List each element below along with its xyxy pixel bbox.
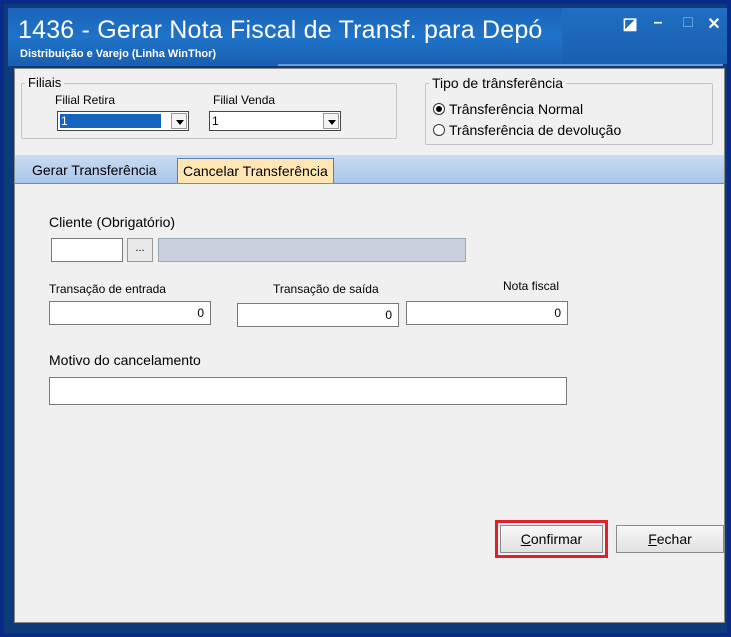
radio-devolucao-label: Trânsferência de devolução bbox=[449, 122, 622, 138]
close-icon[interactable]: ✕ bbox=[704, 14, 724, 34]
tab-strip: Gerar Transferência Cancelar Transferênc… bbox=[15, 155, 724, 184]
radio-checked-icon bbox=[433, 103, 445, 115]
transacao-saida-field[interactable]: 0 bbox=[237, 303, 399, 327]
transacao-entrada-field[interactable]: 0 bbox=[49, 301, 211, 325]
filial-retira-label: Filial Retira bbox=[55, 93, 116, 107]
radio-transferencia-normal[interactable]: Trânsferência Normal bbox=[433, 101, 583, 117]
filial-retira-value: 1 bbox=[60, 114, 161, 128]
cancelar-transferencia-panel: Cliente (Obrigatório) ... Transação de e… bbox=[15, 184, 724, 622]
confirmar-label: onfirmar bbox=[530, 531, 583, 547]
minimize-icon[interactable]: – bbox=[648, 14, 668, 32]
transacao-saida-label: Transação de saída bbox=[273, 282, 379, 296]
fechar-accel: F bbox=[648, 531, 657, 547]
radio-unchecked-icon bbox=[433, 124, 445, 136]
client-area: Filiais Filial Retira 1 Filial Venda 1 T… bbox=[14, 68, 725, 623]
confirmar-button[interactable]: Confirmar bbox=[500, 525, 603, 553]
chevron-down-icon[interactable] bbox=[323, 113, 339, 129]
cliente-lookup-button[interactable]: ... bbox=[127, 238, 153, 262]
fechar-label: echar bbox=[656, 531, 692, 547]
cliente-name-field bbox=[158, 238, 466, 262]
radio-transferencia-devolucao[interactable]: Trânsferência de devolução bbox=[433, 122, 621, 138]
restore-icon[interactable]: ◪ bbox=[620, 14, 640, 34]
radio-normal-label: Trânsferência Normal bbox=[449, 101, 584, 117]
tab-cancelar-transferencia[interactable]: Cancelar Transferência bbox=[177, 158, 334, 183]
maximize-icon[interactable]: □ bbox=[678, 14, 698, 32]
nota-fiscal-label: Nota fiscal bbox=[503, 279, 560, 293]
app-window: 1436 - Gerar Nota Fiscal de Transf. para… bbox=[0, 0, 731, 637]
tab-gerar-transferencia[interactable]: Gerar Transferência bbox=[27, 158, 162, 183]
cliente-label: Cliente (Obrigatório) bbox=[49, 214, 176, 230]
fechar-button[interactable]: Fechar bbox=[616, 525, 724, 553]
window-title: 1436 - Gerar Nota Fiscal de Transf. para… bbox=[18, 16, 543, 44]
window-subtitle: Distribuição e Varejo (Linha WinThor) bbox=[20, 48, 217, 60]
filial-venda-combo[interactable]: 1 bbox=[209, 111, 341, 131]
motivo-label: Motivo do cancelamento bbox=[49, 352, 201, 368]
chevron-down-icon[interactable] bbox=[171, 113, 187, 129]
confirmar-accel: C bbox=[520, 531, 531, 547]
filial-venda-value: 1 bbox=[212, 114, 219, 128]
filial-retira-combo[interactable]: 1 bbox=[57, 111, 189, 131]
cliente-code-field[interactable] bbox=[51, 238, 123, 262]
filiais-group-label: Filiais bbox=[25, 75, 65, 90]
filial-venda-label: Filial Venda bbox=[213, 93, 276, 107]
nota-fiscal-field[interactable]: 0 bbox=[406, 301, 568, 325]
transacao-entrada-label: Transação de entrada bbox=[49, 282, 166, 296]
title-decoration-line bbox=[278, 64, 723, 66]
title-clip: 1436 - Gerar Nota Fiscal de Transf. para… bbox=[8, 8, 560, 66]
motivo-cancelamento-field[interactable] bbox=[49, 377, 567, 405]
tipo-group-label: Tipo de trânsferência bbox=[429, 75, 566, 91]
window-controls: ◪ – □ ✕ bbox=[562, 8, 727, 64]
